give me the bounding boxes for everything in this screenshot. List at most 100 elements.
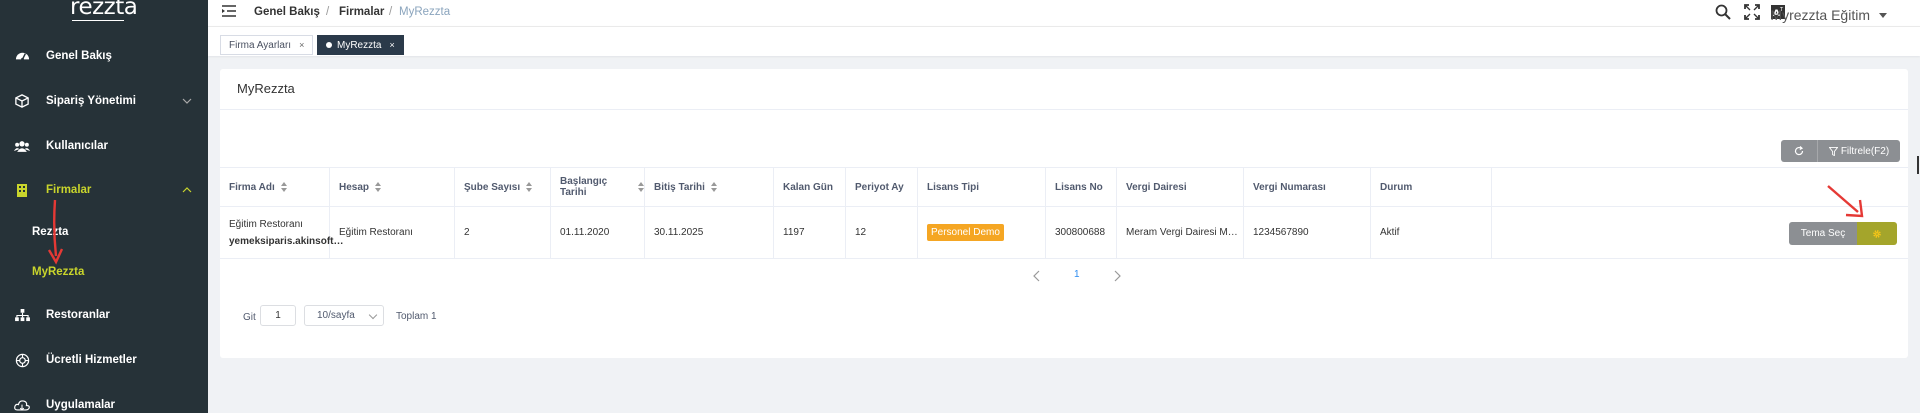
sidebar-item-uygulamalar[interactable]: Uygulamalar xyxy=(0,391,208,413)
active-dot-icon xyxy=(326,42,332,48)
sidebar-item-siparis-yonetimi[interactable]: Sipariş Yönetimi xyxy=(0,87,208,115)
license-type-badge: Personel Demo xyxy=(927,224,1004,241)
sidebar-item-label: Ücretli Hizmetler xyxy=(46,354,137,366)
goto-page-input[interactable]: 1 xyxy=(260,305,296,326)
sidebar-item-kullanicilar[interactable]: Kullanıcılar xyxy=(0,132,208,160)
sidebar-item-label: Uygulamalar xyxy=(46,399,116,411)
filter-button[interactable]: Filtrele(F2) xyxy=(1817,140,1900,162)
sidebar-item-genel-bakis[interactable]: Genel Bakış xyxy=(0,42,208,70)
close-icon[interactable]: × xyxy=(299,40,304,50)
column-header-lisans-no: Lisans No xyxy=(1046,168,1117,206)
column-header-baslangic-tarihi[interactable]: Başlangıç Tarihi xyxy=(551,168,645,206)
column-header-hesap[interactable]: Hesap xyxy=(330,168,455,206)
filter-label: Filtrele(F2) xyxy=(1840,145,1890,157)
menu-toggle-icon[interactable] xyxy=(222,5,236,17)
tabs-bar: Firma Ayarları × MyRezzta × xyxy=(208,26,1920,56)
table-header: Firma Adı Hesap Şube Sayısı Başlangıç Ta… xyxy=(220,167,1908,207)
building-icon xyxy=(14,182,30,198)
search-icon[interactable] xyxy=(1715,4,1731,20)
cloud-icon xyxy=(14,397,30,413)
column-header-periyot-ay: Periyot Ay xyxy=(846,168,918,206)
settings-button[interactable] xyxy=(1857,222,1897,245)
chevron-up-icon xyxy=(182,187,192,193)
tab-myrezzta[interactable]: MyRezzta × xyxy=(317,35,404,55)
user-menu[interactable]: Myrezzta Eğitim xyxy=(1770,7,1870,23)
cell-bitis-tarihi: 30.11.2025 xyxy=(645,207,774,258)
pagination: 1 xyxy=(1032,269,1122,285)
sort-icon[interactable] xyxy=(280,182,287,192)
sidebar: rezzta Genel Bakış Sipariş Yönetimi Kull… xyxy=(0,0,208,413)
top-header: Genel Bakış / Firmalar / MyRezzta AT Myr… xyxy=(208,0,1920,26)
refresh-icon xyxy=(1794,145,1804,155)
page-number[interactable]: 1 xyxy=(1074,269,1080,280)
main-card: MyRezzta Filtrele(F2) Firma Adı Hesap Şu… xyxy=(220,69,1908,358)
divider xyxy=(220,109,1908,110)
breadcrumb-current: MyRezzta xyxy=(399,6,451,18)
services-icon xyxy=(14,352,30,368)
sidebar-item-label: Restoranlar xyxy=(46,309,110,321)
theme-select-button[interactable]: Tema Seç xyxy=(1789,222,1857,245)
cell-lisans-no: 300800688 xyxy=(1046,207,1117,258)
goto-label: Git xyxy=(243,312,256,323)
cell-vergi-numarasi: 1234567890 xyxy=(1244,207,1371,258)
users-icon xyxy=(14,138,30,154)
chevron-down-icon xyxy=(368,310,378,320)
table-row[interactable]: Eğitim Restoranı yemeksiparis.akinsoft… … xyxy=(220,207,1908,259)
chevron-down-icon xyxy=(182,98,192,104)
package-icon xyxy=(14,93,30,109)
sitemap-icon xyxy=(14,307,30,323)
cell-sube-sayisi: 2 xyxy=(455,207,551,258)
column-header-lisans-tipi: Lisans Tipi xyxy=(918,168,1046,206)
filter-icon xyxy=(1828,146,1838,156)
tab-label: MyRezzta xyxy=(337,39,382,51)
cell-kalan-gun: 1197 xyxy=(774,207,846,258)
refresh-button[interactable] xyxy=(1781,140,1817,162)
sidebar-subitem-rezzta[interactable]: Rezzta xyxy=(32,226,68,238)
page-size-select[interactable]: 10/sayfa xyxy=(304,305,384,326)
sidebar-subitem-myrezzta[interactable]: MyRezzta xyxy=(32,266,84,278)
column-header-firma-adi[interactable]: Firma Adı xyxy=(220,168,330,206)
chevron-left-icon[interactable] xyxy=(1032,270,1042,282)
sidebar-item-ucretli-hizmetler[interactable]: Ücretli Hizmetler xyxy=(0,346,208,374)
sidebar-item-label: Genel Bakış xyxy=(46,50,112,62)
cell-periyot-ay: 12 xyxy=(846,207,918,258)
logo-underline xyxy=(72,20,124,21)
column-header-bitis-tarihi[interactable]: Bitiş Tarihi xyxy=(645,168,774,206)
breadcrumb-separator: / xyxy=(326,6,330,18)
column-header-vergi-numarasi: Vergi Numarası xyxy=(1244,168,1371,206)
sidebar-item-label: Sipariş Yönetimi xyxy=(46,95,136,107)
sort-icon[interactable] xyxy=(526,182,533,192)
dashboard-icon xyxy=(14,48,30,64)
sidebar-item-restoranlar[interactable]: Restoranlar xyxy=(0,301,208,329)
total-count: Toplam 1 xyxy=(396,311,437,322)
breadcrumb-firmalar[interactable]: Firmalar xyxy=(339,6,384,18)
chevron-down-icon[interactable] xyxy=(1879,13,1887,18)
breadcrumb-separator: / xyxy=(389,6,393,18)
sidebar-item-label: Firmalar xyxy=(46,184,92,196)
gear-icon xyxy=(1873,229,1881,238)
column-header-sube-sayisi[interactable]: Şube Sayısı xyxy=(455,168,551,206)
tab-label: Firma Ayarları xyxy=(229,39,292,51)
cell-lisans-tipi: Personel Demo xyxy=(918,207,1046,258)
app-logo[interactable]: rezzta xyxy=(70,0,138,20)
sort-icon[interactable] xyxy=(710,182,717,192)
sort-icon[interactable] xyxy=(375,182,382,192)
cell-baslangic-tarihi: 01.11.2020 xyxy=(551,207,645,258)
cell-hesap: Eğitim Restoranı xyxy=(330,207,455,258)
chevron-right-icon[interactable] xyxy=(1112,270,1122,282)
text-cursor xyxy=(1917,156,1919,174)
tab-firma-ayarlari[interactable]: Firma Ayarları × xyxy=(220,35,314,55)
breadcrumb-genel-bakis[interactable]: Genel Bakış xyxy=(254,6,320,18)
sort-icon[interactable] xyxy=(638,182,644,192)
cell-vergi-dairesi: Meram Vergi Dairesi M… xyxy=(1117,207,1244,258)
page-title: MyRezzta xyxy=(237,81,295,96)
sidebar-item-label: Kullanıcılar xyxy=(46,140,108,152)
close-icon[interactable]: × xyxy=(389,40,394,50)
column-header-kalan-gun: Kalan Gün xyxy=(774,168,846,206)
column-header-durum: Durum xyxy=(1371,168,1492,206)
column-header-vergi-dairesi: Vergi Dairesi xyxy=(1117,168,1244,206)
sidebar-item-firmalar[interactable]: Firmalar xyxy=(0,176,208,204)
fullscreen-icon[interactable] xyxy=(1744,4,1760,20)
cell-durum: Aktif xyxy=(1371,207,1492,258)
cell-firma-adi: Eğitim Restoranı yemeksiparis.akinsoft… xyxy=(220,207,344,258)
